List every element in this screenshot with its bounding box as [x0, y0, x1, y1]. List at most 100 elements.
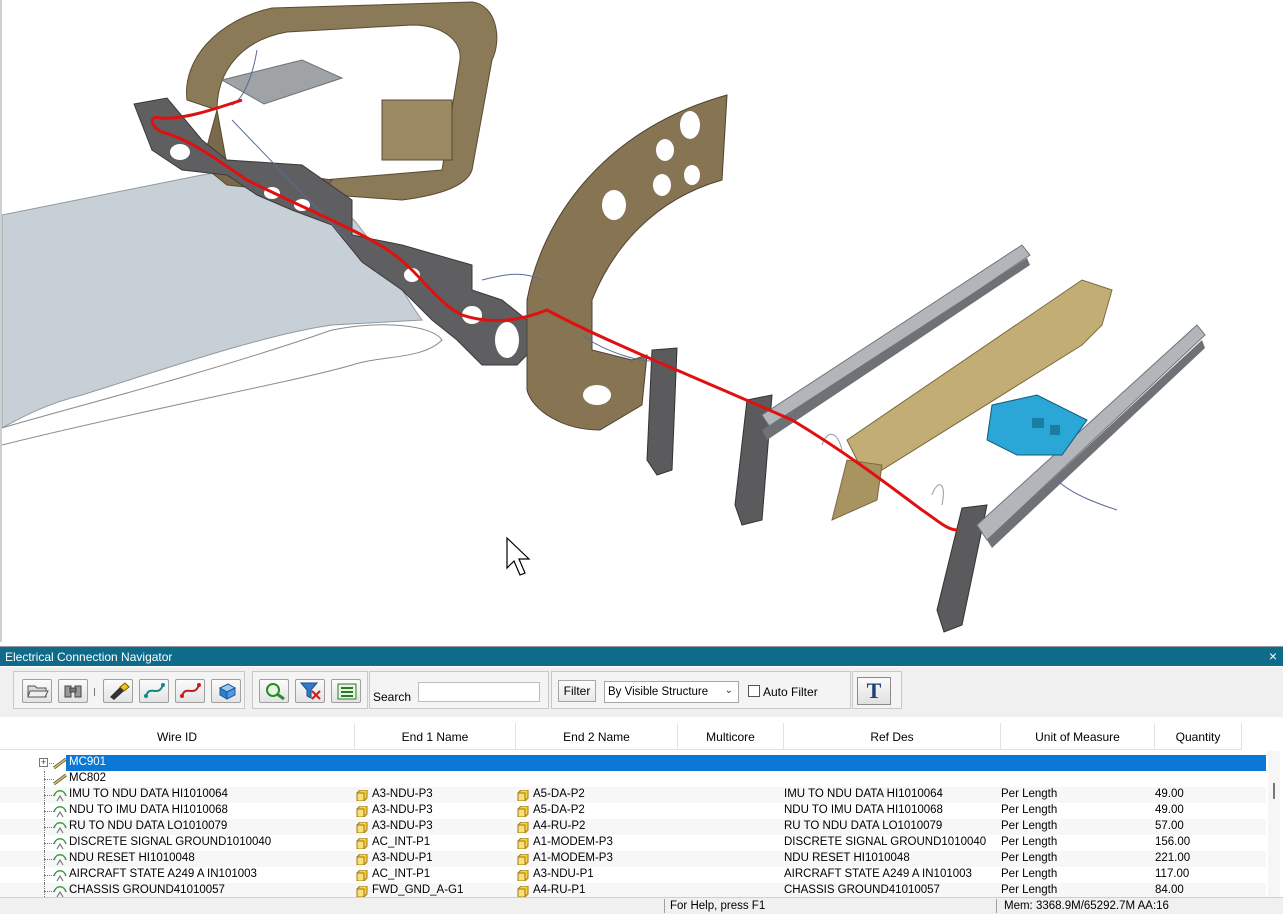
table-header: Wire ID End 1 Name End 2 Name Multicore …	[0, 723, 1242, 750]
end1-name: A3-NDU-P3	[372, 820, 433, 832]
wire-id: CHASSIS GROUND41010057	[69, 884, 225, 896]
navigator-title-bar: Electrical Connection Navigator ×	[0, 647, 1283, 666]
expand-icon[interactable]: +	[39, 758, 48, 767]
table-row-wire[interactable]: AIRCRAFT STATE A249 A IN101003 AC_INT-P1…	[0, 867, 1266, 883]
tan-beam-end	[831, 459, 883, 521]
connector-icon	[356, 838, 368, 849]
route-button[interactable]	[139, 679, 169, 703]
wire-icon	[53, 886, 67, 897]
binoculars-icon	[64, 685, 82, 698]
electrical-connection-navigator: Electrical Connection Navigator × Search…	[0, 646, 1283, 897]
column-header-end2[interactable]: End 2 Name	[516, 723, 678, 749]
unit-of-measure: Per Length	[1001, 836, 1058, 848]
end2-name: A1-MODEM-P3	[533, 836, 613, 848]
toolbar-group-actions	[13, 671, 245, 709]
cad-viewport[interactable]	[0, 0, 1283, 642]
wire-icon	[53, 790, 67, 802]
table-row-cable[interactable]: MC802	[0, 771, 1266, 787]
ref-des: DISCRETE SIGNAL GROUND1010040	[784, 836, 987, 848]
frame-hole	[656, 139, 674, 161]
filter-clear-icon	[300, 682, 321, 700]
wire-id: MC802	[69, 772, 107, 784]
end2-name: A1-MODEM-P3	[533, 852, 613, 864]
tree-line	[44, 883, 45, 897]
filter-button[interactable]: Filter	[558, 680, 596, 702]
ref-des: IMU TO NDU DATA HI1010064	[784, 788, 943, 800]
search-label: Search	[373, 690, 412, 704]
ref-des: RU TO NDU DATA LO1010079	[784, 820, 943, 832]
wing-skin-panel	[2, 170, 423, 429]
view-3d-button[interactable]	[211, 679, 241, 703]
cable-icon	[53, 757, 67, 769]
clear-filter-button[interactable]	[295, 679, 325, 703]
text-display-button[interactable]: T	[857, 677, 891, 705]
table-row-cable[interactable]: + MC901	[0, 755, 1266, 771]
frame-hole	[602, 190, 626, 220]
column-header-end1[interactable]: End 1 Name	[355, 723, 516, 749]
wire-id: RU TO NDU DATA LO1010079	[69, 820, 228, 832]
highlight-button[interactable]	[103, 679, 133, 703]
mouse-cursor-icon	[506, 536, 531, 576]
bracket-hole	[170, 144, 190, 160]
quantity: 49.00	[1155, 804, 1184, 816]
wire-icon	[53, 822, 67, 834]
zoom-to-button[interactable]	[259, 679, 289, 703]
quantity: 117.00	[1155, 868, 1190, 880]
ref-des: NDU RESET HI1010048	[784, 852, 910, 864]
table-row-wire[interactable]: NDU RESET HI1010048 A3-NDU-P1 A1-MODEM-P…	[0, 851, 1266, 867]
frame-hole	[684, 165, 700, 185]
vertical-scrollbar[interactable]	[1268, 751, 1280, 897]
quantity: 57.00	[1155, 820, 1184, 832]
column-header-uom[interactable]: Unit of Measure	[1001, 723, 1155, 749]
ref-des: CHASSIS GROUND41010057	[784, 884, 940, 896]
navigator-title: Electrical Connection Navigator	[5, 650, 173, 664]
table-row-wire[interactable]: CHASSIS GROUND41010057 FWD_GND_A-G1 A4-R…	[0, 883, 1266, 897]
search-input[interactable]	[418, 682, 540, 702]
ref-des: AIRCRAFT STATE A249 A IN101003	[784, 868, 972, 880]
chevron-down-icon: ⌄	[724, 685, 733, 696]
wire-id: NDU RESET HI1010048	[69, 852, 195, 864]
close-icon[interactable]: ×	[1269, 648, 1277, 664]
wire-id: AIRCRAFT STATE A249 A IN101003	[69, 868, 257, 880]
table-row-wire[interactable]: IMU TO NDU DATA HI1010064 A3-NDU-P3 A5-D…	[0, 787, 1266, 803]
wire-icon	[53, 838, 67, 850]
end1-name: A3-NDU-P3	[372, 804, 433, 816]
unroute-icon	[180, 683, 201, 698]
wire-id: DISCRETE SIGNAL GROUND1010040	[69, 836, 272, 848]
column-header-multicore[interactable]: Multicore	[678, 723, 784, 749]
find-button[interactable]	[58, 679, 88, 703]
connector-icon	[517, 790, 529, 801]
connector-icon	[356, 870, 368, 881]
scrollbar-thumb[interactable]	[1273, 783, 1275, 799]
list-view-icon	[337, 683, 357, 700]
zoom-icon	[266, 683, 285, 700]
unroute-button[interactable]	[175, 679, 205, 703]
end1-name: AC_INT-P1	[372, 868, 431, 880]
column-header-wire-id[interactable]: Wire ID	[0, 723, 355, 749]
table-row-wire[interactable]: DISCRETE SIGNAL GROUND1010040 AC_INT-P1 …	[0, 835, 1266, 851]
column-header-ref-des[interactable]: Ref Des	[784, 723, 1001, 749]
cad-model-view[interactable]	[2, 0, 1283, 642]
table-row-wire[interactable]: RU TO NDU DATA LO1010079 A3-NDU-P3 A4-RU…	[0, 819, 1266, 835]
bracket-hole	[495, 322, 519, 358]
filter-mode-value: By Visible Structure	[608, 686, 709, 698]
column-header-quantity[interactable]: Quantity	[1155, 723, 1242, 749]
navigator-toolbar: Search Filter By Visible Structure ⌄ Aut…	[0, 667, 1283, 717]
table-row-wire[interactable]: NDU TO IMU DATA HI1010068 A3-NDU-P3 A5-D…	[0, 803, 1266, 819]
open-folder-button[interactable]	[22, 679, 52, 703]
unit-of-measure: Per Length	[1001, 820, 1058, 832]
quantity: 84.00	[1155, 884, 1184, 896]
status-divider	[664, 899, 665, 913]
avionics-connector	[1050, 425, 1060, 435]
list-view-button[interactable]	[331, 679, 361, 703]
end2-name: A5-DA-P2	[533, 804, 585, 816]
auto-filter-checkbox[interactable]	[748, 685, 760, 697]
connector-icon	[356, 806, 368, 817]
status-divider	[996, 899, 997, 913]
end1-name: A3-NDU-P3	[372, 788, 433, 800]
ring-frame-web	[381, 99, 453, 161]
connector-icon	[356, 790, 368, 801]
connector-icon	[517, 822, 529, 833]
avionics-connector	[1032, 418, 1044, 428]
filter-mode-select[interactable]: By Visible Structure ⌄	[604, 681, 739, 703]
